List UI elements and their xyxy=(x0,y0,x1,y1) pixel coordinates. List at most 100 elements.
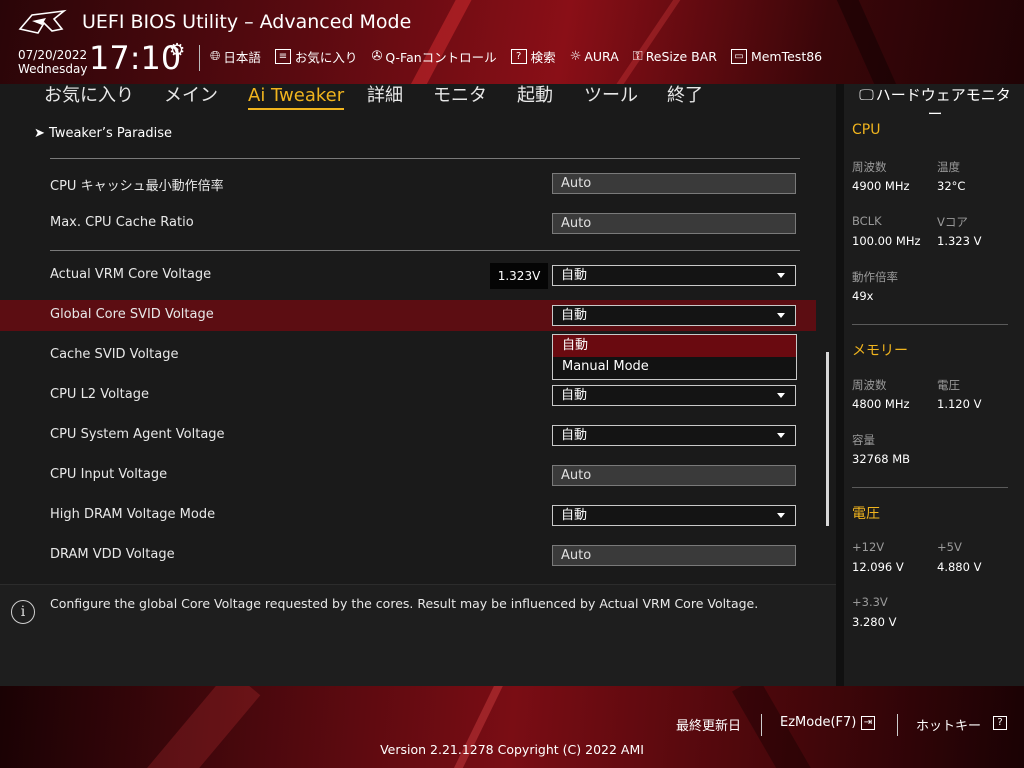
cpu-cache-min-ratio-field[interactable]: Auto xyxy=(552,173,796,194)
favorites-icon: ≡ xyxy=(274,48,291,64)
actual-vrm-core-voltage-select[interactable]: 自動 xyxy=(552,265,796,286)
tab-main[interactable]: メイン xyxy=(164,84,218,108)
v33-value: 3.280 V xyxy=(852,615,897,629)
v5-label: +5V xyxy=(937,540,962,554)
v12-label: +12V xyxy=(852,540,885,554)
favorites-button[interactable]: ≡ お気に入り xyxy=(274,47,357,66)
mem-cap-label: 容量 xyxy=(852,433,875,447)
ratio-value: 49x xyxy=(852,289,874,303)
mem-volt-label: 電圧 xyxy=(937,378,960,392)
footer-separator xyxy=(897,714,898,736)
setting-label: CPU Input Voltage xyxy=(50,467,168,482)
header: UEFI BIOS Utility – Advanced Mode 07/20/… xyxy=(0,0,1024,84)
hotkeys-help-icon: ? xyxy=(993,716,1007,730)
qfan-button[interactable]: ✇ Q-Fanコントロール xyxy=(371,47,496,66)
aura-icon: ☼ xyxy=(569,48,582,64)
breadcrumb-arrow-icon: ➤ xyxy=(34,126,50,141)
globe-icon: 🌐︎ xyxy=(210,48,221,64)
monitor-divider xyxy=(852,324,1008,325)
memtest-button[interactable]: ▭ MemTest86 xyxy=(730,48,822,64)
chevron-down-icon xyxy=(777,513,785,518)
v33-label: +3.3V xyxy=(852,595,888,609)
setting-label: CPU L2 Voltage xyxy=(50,387,149,402)
tab-tool[interactable]: ツール xyxy=(584,84,638,108)
setting-label: High DRAM Voltage Mode xyxy=(50,507,216,522)
main-nav: お気に入り メイン Ai Tweaker 詳細 モニタ 起動 ツール 終了 xyxy=(0,84,836,114)
fan-icon: ✇ xyxy=(371,48,383,64)
help-text: Configure the global Core Voltage reques… xyxy=(50,596,759,611)
header-decoration xyxy=(832,0,908,84)
last-modified-button[interactable]: 最終更新日 xyxy=(676,715,741,734)
tab-favorites[interactable]: お気に入り xyxy=(44,84,134,108)
hotkeys-button[interactable]: ホットキー xyxy=(916,715,981,734)
tab-ai-tweaker[interactable]: Ai Tweaker xyxy=(248,84,345,110)
clock-settings-icon[interactable]: ⚙ xyxy=(169,40,185,61)
vrm-voltage-readout: 1.323V xyxy=(490,263,548,289)
cpu-l2-voltage-select[interactable]: 自動 xyxy=(552,385,796,406)
rog-logo-icon xyxy=(18,9,67,34)
bios-window: UEFI BIOS Utility – Advanced Mode 07/20/… xyxy=(0,0,1024,768)
setting-label: Max. CPU Cache Ratio xyxy=(50,215,194,230)
tab-boot[interactable]: 起動 xyxy=(517,84,553,108)
footer-separator xyxy=(761,714,762,736)
select-value: 自動 xyxy=(561,308,588,323)
chevron-down-icon xyxy=(777,273,785,278)
setting-label: Actual VRM Core Voltage xyxy=(50,267,212,282)
cpu-system-agent-voltage-select[interactable]: 自動 xyxy=(552,425,796,446)
v12-value: 12.096 V xyxy=(852,560,904,574)
search-label: 検索 xyxy=(530,49,556,65)
clock-display: 17:10 xyxy=(89,39,182,77)
toolbar: 🌐︎ 日本語 ≡ お気に入り ✇ Q-Fanコントロール ? 検索 ☼ AURA… xyxy=(210,46,836,66)
info-icon: i xyxy=(11,600,35,624)
tab-advanced[interactable]: 詳細 xyxy=(367,84,403,108)
dropdown-option-manual[interactable]: Manual Mode xyxy=(553,356,796,378)
search-icon: ? xyxy=(510,48,527,64)
version-text: Version 2.21.1278 Copyright (C) 2022 AMI xyxy=(380,742,644,757)
ezmode-button[interactable]: EzMode(F7) xyxy=(780,715,856,730)
date-text: 07/20/2022 xyxy=(18,48,88,62)
hardware-monitor: 🖵︎ ハードウェアモニター CPU 周波数 温度 4900 MHz 32°C BC… xyxy=(844,84,1024,686)
dropdown-option-auto[interactable]: 自動 xyxy=(553,335,796,357)
select-value: 自動 xyxy=(561,508,588,523)
language-button[interactable]: 🌐︎ 日本語 xyxy=(210,47,261,66)
monitor-divider xyxy=(852,487,1008,488)
cpu-input-voltage-field[interactable]: Auto xyxy=(552,465,796,486)
aura-label: AURA xyxy=(584,48,619,64)
max-cpu-cache-ratio-field[interactable]: Auto xyxy=(552,213,796,234)
settings-scrollbar[interactable] xyxy=(826,352,829,526)
high-dram-voltage-mode-select[interactable]: 自動 xyxy=(552,505,796,526)
setting-label: Cache SVID Voltage xyxy=(50,347,179,362)
weekday-text: Wednesday xyxy=(18,62,88,76)
voltage-section-title: 電圧 xyxy=(852,506,880,522)
setting-label: CPU キャッシュ最小動作倍率 xyxy=(50,179,224,194)
setting-label: CPU System Agent Voltage xyxy=(50,427,225,442)
breadcrumb[interactable]: ➤ Tweaker’s Paradise xyxy=(34,126,172,141)
setting-label: Global Core SVID Voltage xyxy=(50,307,214,322)
search-button[interactable]: ? 検索 xyxy=(510,47,556,66)
mem-freq-label: 周波数 xyxy=(852,378,887,392)
ezmode-exit-icon: ⇥ xyxy=(861,716,875,730)
cpu-freq-value: 4900 MHz xyxy=(852,179,910,193)
mem-cap-value: 32768 MB xyxy=(852,452,911,466)
monitor-title: 🖵︎ ハードウェアモニター xyxy=(852,86,1018,124)
cpu-temp-value: 32°C xyxy=(937,179,966,193)
monitor-title-text: ハードウェアモニター xyxy=(875,86,1011,123)
date-display: 07/20/2022 Wednesday xyxy=(18,48,87,76)
memtest-icon: ▭ xyxy=(730,48,747,64)
dram-vdd-voltage-field[interactable]: Auto xyxy=(552,545,796,566)
vcore-label: Vコア xyxy=(937,215,968,229)
cpu-section-title: CPU xyxy=(852,122,881,138)
resize-bar-button[interactable]: ⚿ ReSize BAR xyxy=(633,49,717,64)
tab-exit[interactable]: 終了 xyxy=(667,84,703,108)
v5-value: 4.880 V xyxy=(937,560,982,574)
language-label: 日本語 xyxy=(223,49,261,65)
tab-monitor[interactable]: モニタ xyxy=(433,84,487,108)
chevron-down-icon xyxy=(777,433,785,438)
global-core-svid-voltage-select[interactable]: 自動 xyxy=(552,305,796,326)
panel-gutter xyxy=(836,84,844,686)
qfan-label: Q-Fanコントロール xyxy=(385,49,497,65)
setting-label: DRAM VDD Voltage xyxy=(50,547,175,562)
aura-button[interactable]: ☼ AURA xyxy=(570,49,619,64)
mem-volt-value: 1.120 V xyxy=(937,397,982,411)
section-divider xyxy=(50,250,800,251)
